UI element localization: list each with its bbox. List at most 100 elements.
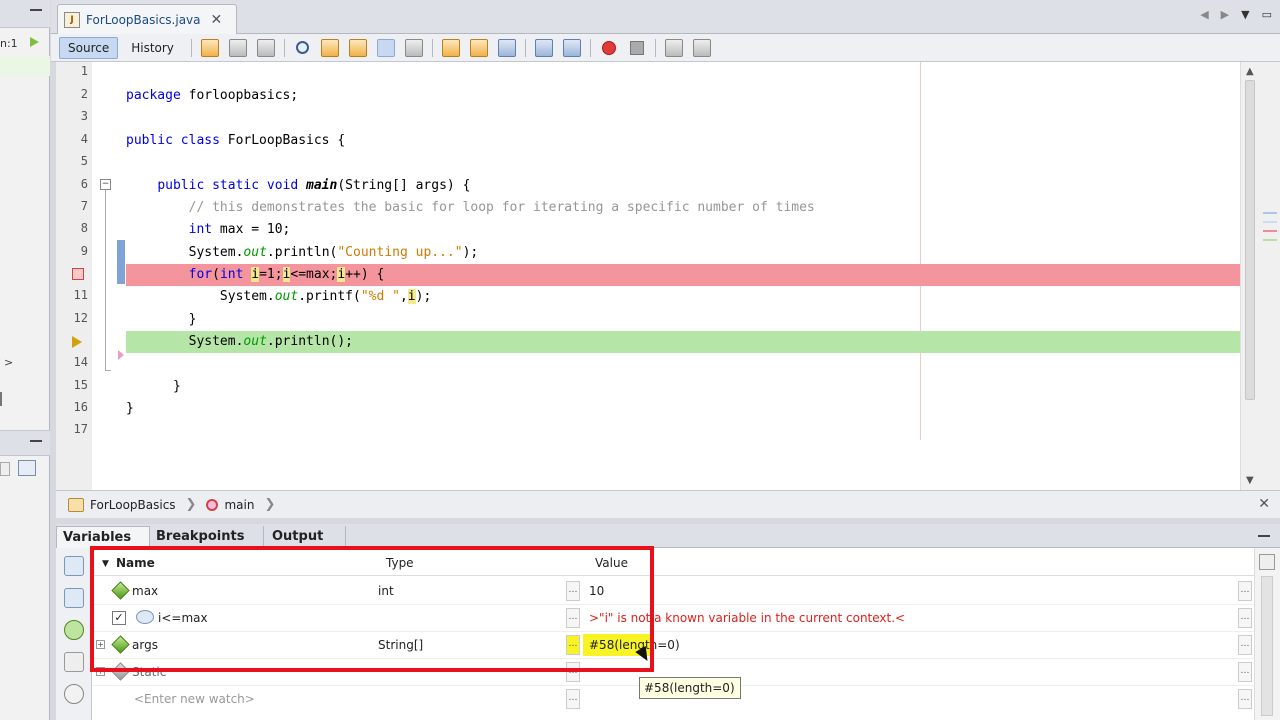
static-icon — [111, 662, 130, 681]
watch-icon[interactable] — [64, 556, 84, 576]
start-macro-recording-icon[interactable] — [601, 40, 616, 55]
code-line-12[interactable]: } — [126, 309, 1240, 331]
uncomment-icon[interactable] — [692, 38, 711, 57]
panel-icon[interactable] — [0, 462, 10, 476]
static-icon[interactable] — [64, 684, 84, 704]
line-number: 4 — [80, 132, 88, 146]
tab-variables[interactable]: Variables ✕ — [56, 526, 150, 567]
table-row[interactable]: max int … 10 … — [92, 578, 1254, 605]
shift-left-icon[interactable] — [534, 38, 553, 57]
window-icon[interactable] — [18, 460, 36, 476]
edit-value-button[interactable]: … — [1238, 662, 1252, 682]
breadcrumb-method[interactable]: main — [224, 498, 254, 512]
back-icon[interactable] — [228, 38, 247, 57]
watch-enabled-checkbox[interactable]: ✓ — [112, 611, 126, 625]
breadcrumb-class[interactable]: ForLoopBasics — [90, 498, 176, 512]
code-line-2[interactable]: package forloopbasics; — [126, 85, 1240, 107]
expand-icon[interactable]: + — [96, 640, 105, 649]
stripe-mark[interactable] — [1263, 230, 1277, 232]
tab-breakpoints[interactable]: Breakpoints — [150, 526, 264, 548]
last-edit-icon[interactable] — [200, 38, 219, 57]
code-editor[interactable]: 1 2 3 4 5 6 7 8 9 11 12 14 15 16 17 − pa… — [56, 62, 1240, 490]
stripe-mark[interactable] — [1263, 221, 1277, 223]
code-line-13[interactable]: System.out.println(); — [126, 331, 1240, 353]
scrollbar-thumb[interactable] — [1261, 576, 1273, 716]
close-icon[interactable]: ✕ — [1258, 496, 1270, 512]
code-line-16[interactable]: } — [126, 398, 1240, 420]
scroll-down-icon[interactable]: ▼ — [1246, 475, 1254, 486]
line-number: 14 — [73, 355, 88, 369]
variable-value: >"i" is not a known variable in the curr… — [589, 611, 906, 625]
shift-right-icon[interactable] — [562, 38, 581, 57]
chevron-left-icon[interactable]: ◀ — [1200, 8, 1208, 21]
minimize-icon[interactable] — [30, 9, 42, 11]
column-header-type[interactable]: Type — [386, 556, 414, 570]
tab-output[interactable]: Output — [266, 526, 346, 548]
editor-vertical-scrollbar[interactable]: ▲ ▼ — [1240, 62, 1280, 490]
scrollbar-thumb[interactable] — [1245, 80, 1255, 400]
code-line-7[interactable]: // this demonstrates the basic for loop … — [126, 197, 1240, 219]
edit-value-button[interactable]: … — [566, 581, 580, 601]
code-line-8[interactable]: int max = 10; — [126, 219, 1240, 241]
fold-collapse-icon[interactable]: − — [100, 179, 111, 190]
expand-icon[interactable]: + — [96, 667, 105, 676]
edit-value-button[interactable]: … — [1238, 581, 1252, 601]
drag-handle-icon[interactable] — [0, 392, 8, 406]
comment-icon[interactable] — [664, 38, 683, 57]
edit-value-button[interactable]: … — [566, 662, 580, 682]
chevron-right-icon[interactable]: > — [4, 356, 13, 369]
stripe-mark[interactable] — [1263, 239, 1277, 241]
edit-value-button[interactable]: … — [566, 608, 580, 628]
forward-icon[interactable] — [256, 38, 275, 57]
code-line-6[interactable]: public static void main(String[] args) { — [126, 175, 1240, 197]
minimize-icon[interactable] — [30, 440, 42, 442]
tab-navigation: ◀ ▶ ▼ ▭ — [1200, 8, 1272, 21]
line-number-gutter[interactable]: 1 2 3 4 5 6 7 8 9 11 12 14 15 16 17 — [56, 62, 92, 490]
stripe-mark[interactable] — [1263, 212, 1277, 214]
stop-macro-recording-icon[interactable] — [629, 40, 644, 55]
code-text: .printf( — [298, 289, 361, 304]
code-line-9[interactable]: System.out.println("Counting up..."); — [126, 242, 1240, 264]
new-watch-icon[interactable] — [64, 588, 84, 608]
code-line-10[interactable]: for(int i=1;i<=max;i++) { — [126, 264, 1240, 286]
edit-value-button[interactable]: … — [566, 635, 580, 655]
play-icon[interactable] — [30, 37, 39, 47]
previous-bookmark-icon[interactable] — [441, 38, 460, 57]
breakpoint-icon[interactable] — [72, 268, 84, 280]
edit-value-button[interactable]: … — [1238, 689, 1252, 709]
edit-value-button[interactable]: … — [566, 689, 580, 709]
find-next-icon[interactable] — [348, 38, 367, 57]
find-previous-icon[interactable] — [320, 38, 339, 57]
column-header-value[interactable]: Value — [595, 556, 628, 570]
toggle-highlight-icon[interactable] — [376, 38, 395, 57]
chevron-right-icon[interactable]: ▶ — [1221, 8, 1229, 21]
settings-icon[interactable] — [64, 652, 84, 672]
edit-value-button[interactable]: … — [1238, 608, 1252, 628]
line-number: 2 — [80, 87, 88, 101]
next-bookmark-icon[interactable] — [469, 38, 488, 57]
close-icon[interactable]: ✕ — [211, 12, 223, 28]
code-line-15[interactable]: } — [126, 376, 1240, 398]
table-row[interactable]: ✓ i<=max … >"i" is not a known variable … — [92, 605, 1254, 632]
code-line-11[interactable]: System.out.printf("%d ",i); — [126, 286, 1240, 308]
tab-forloopbasics-java[interactable]: J ForLoopBasics.java ✕ — [57, 4, 237, 34]
source-button[interactable]: Source — [59, 36, 119, 59]
chevron-down-icon[interactable]: ▼ — [102, 559, 109, 569]
column-chooser-icon[interactable] — [1259, 554, 1275, 570]
chevron-down-icon[interactable]: ▼ — [1241, 8, 1249, 21]
table-row[interactable]: + args String[] … #58(length=0) … — [92, 632, 1254, 659]
toggle-bookmark-icon[interactable] — [497, 38, 516, 57]
minimize-icon[interactable] — [1258, 535, 1270, 537]
history-button[interactable]: History — [122, 37, 183, 59]
scroll-up-icon[interactable]: ▲ — [1246, 66, 1254, 77]
add-icon[interactable] — [64, 620, 84, 640]
code-line-4[interactable]: public class ForLoopBasics { — [126, 130, 1240, 152]
code-text: System. — [188, 245, 244, 260]
search-icon[interactable] — [295, 41, 309, 54]
restore-window-icon[interactable]: ▭ — [1262, 8, 1272, 21]
column-header-name[interactable]: Name — [116, 556, 155, 570]
new-watch-placeholder[interactable]: <Enter new watch> — [134, 692, 255, 706]
rectangular-selection-icon[interactable] — [404, 38, 423, 57]
edit-value-button[interactable]: … — [1238, 635, 1252, 655]
panel-vertical-scrollbar[interactable] — [1254, 548, 1280, 720]
